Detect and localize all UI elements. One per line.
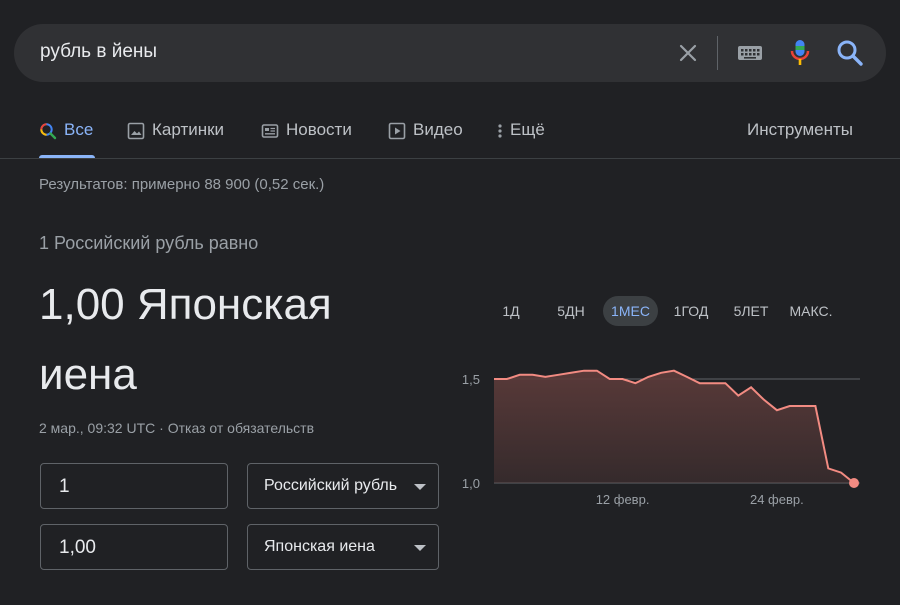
y-tick-label: 1,0 <box>462 476 480 491</box>
more-vert-icon <box>498 124 502 138</box>
image-icon <box>127 122 145 140</box>
timestamp-separator: · <box>155 420 168 436</box>
search-icon <box>837 40 863 66</box>
news-icon <box>261 124 279 138</box>
result-stats: Результатов: примерно 88 900 (0,52 сек.) <box>39 176 325 193</box>
tools-button[interactable]: Инструменты <box>747 120 853 140</box>
range-1d-button[interactable]: 1Д <box>494 296 528 326</box>
range-5d-button[interactable]: 5ДН <box>548 296 594 326</box>
search-button[interactable] <box>834 37 866 69</box>
area-fill <box>494 370 854 483</box>
disclaimer-link[interactable]: Отказ от обязательств <box>168 420 314 436</box>
tab-all-label: Все <box>64 120 94 139</box>
conversion-result: 1,00 Японская иена <box>39 270 429 410</box>
range-1y-button[interactable]: 1ГОД <box>668 296 714 326</box>
rate-timestamp: 2 мар., 09:32 UTC · Отказ от обязательст… <box>39 420 314 436</box>
last-point <box>849 478 859 488</box>
tab-more[interactable]: Ещё <box>494 120 545 158</box>
search-input[interactable]: рубль в йены <box>40 41 157 63</box>
search-bar: рубль в йены <box>14 24 886 82</box>
x-tick-label: 12 февр. <box>596 492 650 507</box>
conversion-caption: 1 Российский рубль равно <box>39 233 259 253</box>
keyboard-button[interactable] <box>736 41 764 65</box>
from-amount-input[interactable]: 1 <box>40 463 228 509</box>
tab-news[interactable]: Новости <box>261 120 352 158</box>
to-currency-value: Японская иена <box>264 538 375 555</box>
keyboard-icon <box>738 46 762 60</box>
rate-datetime: 2 мар., 09:32 UTC <box>39 420 156 436</box>
x-tick-label: 24 февр. <box>750 492 804 507</box>
from-currency-value: Российский рубль <box>264 477 398 494</box>
range-1m-button[interactable]: 1МЕС <box>603 296 658 326</box>
tab-video-label: Видео <box>413 120 463 139</box>
dropdown-arrow-icon <box>414 545 426 551</box>
video-icon <box>388 122 406 140</box>
tab-video[interactable]: Видео <box>388 120 463 158</box>
search-icon <box>40 123 57 140</box>
microphone-icon <box>790 40 810 65</box>
search-tabs: Все Картинки Новости Видео Ещё Инструмен… <box>0 108 900 159</box>
close-icon <box>679 44 697 62</box>
conversion-result-line1: 1,00 Японская <box>39 280 332 329</box>
range-5y-button[interactable]: 5ЛЕТ <box>726 296 776 326</box>
exchange-rate-chart: 1,5 1,0 12 февр. 24 февр. <box>462 369 860 507</box>
conversion-result-line2: иена <box>39 350 137 399</box>
clear-search-button[interactable] <box>674 39 702 67</box>
to-amount-input[interactable]: 1,00 <box>40 524 228 570</box>
range-max-button[interactable]: МАКС. <box>784 296 838 326</box>
y-tick-label: 1,5 <box>462 372 480 387</box>
tab-news-label: Новости <box>286 120 352 139</box>
voice-search-button[interactable] <box>786 37 814 69</box>
from-currency-select[interactable]: Российский рубль <box>247 463 439 509</box>
search-bar-divider <box>717 36 718 70</box>
dropdown-arrow-icon <box>414 484 426 490</box>
tab-more-label: Ещё <box>510 120 545 139</box>
tab-images[interactable]: Картинки <box>127 120 224 158</box>
tab-all[interactable]: Все <box>39 120 95 158</box>
to-currency-select[interactable]: Японская иена <box>247 524 439 570</box>
tab-images-label: Картинки <box>152 120 225 139</box>
